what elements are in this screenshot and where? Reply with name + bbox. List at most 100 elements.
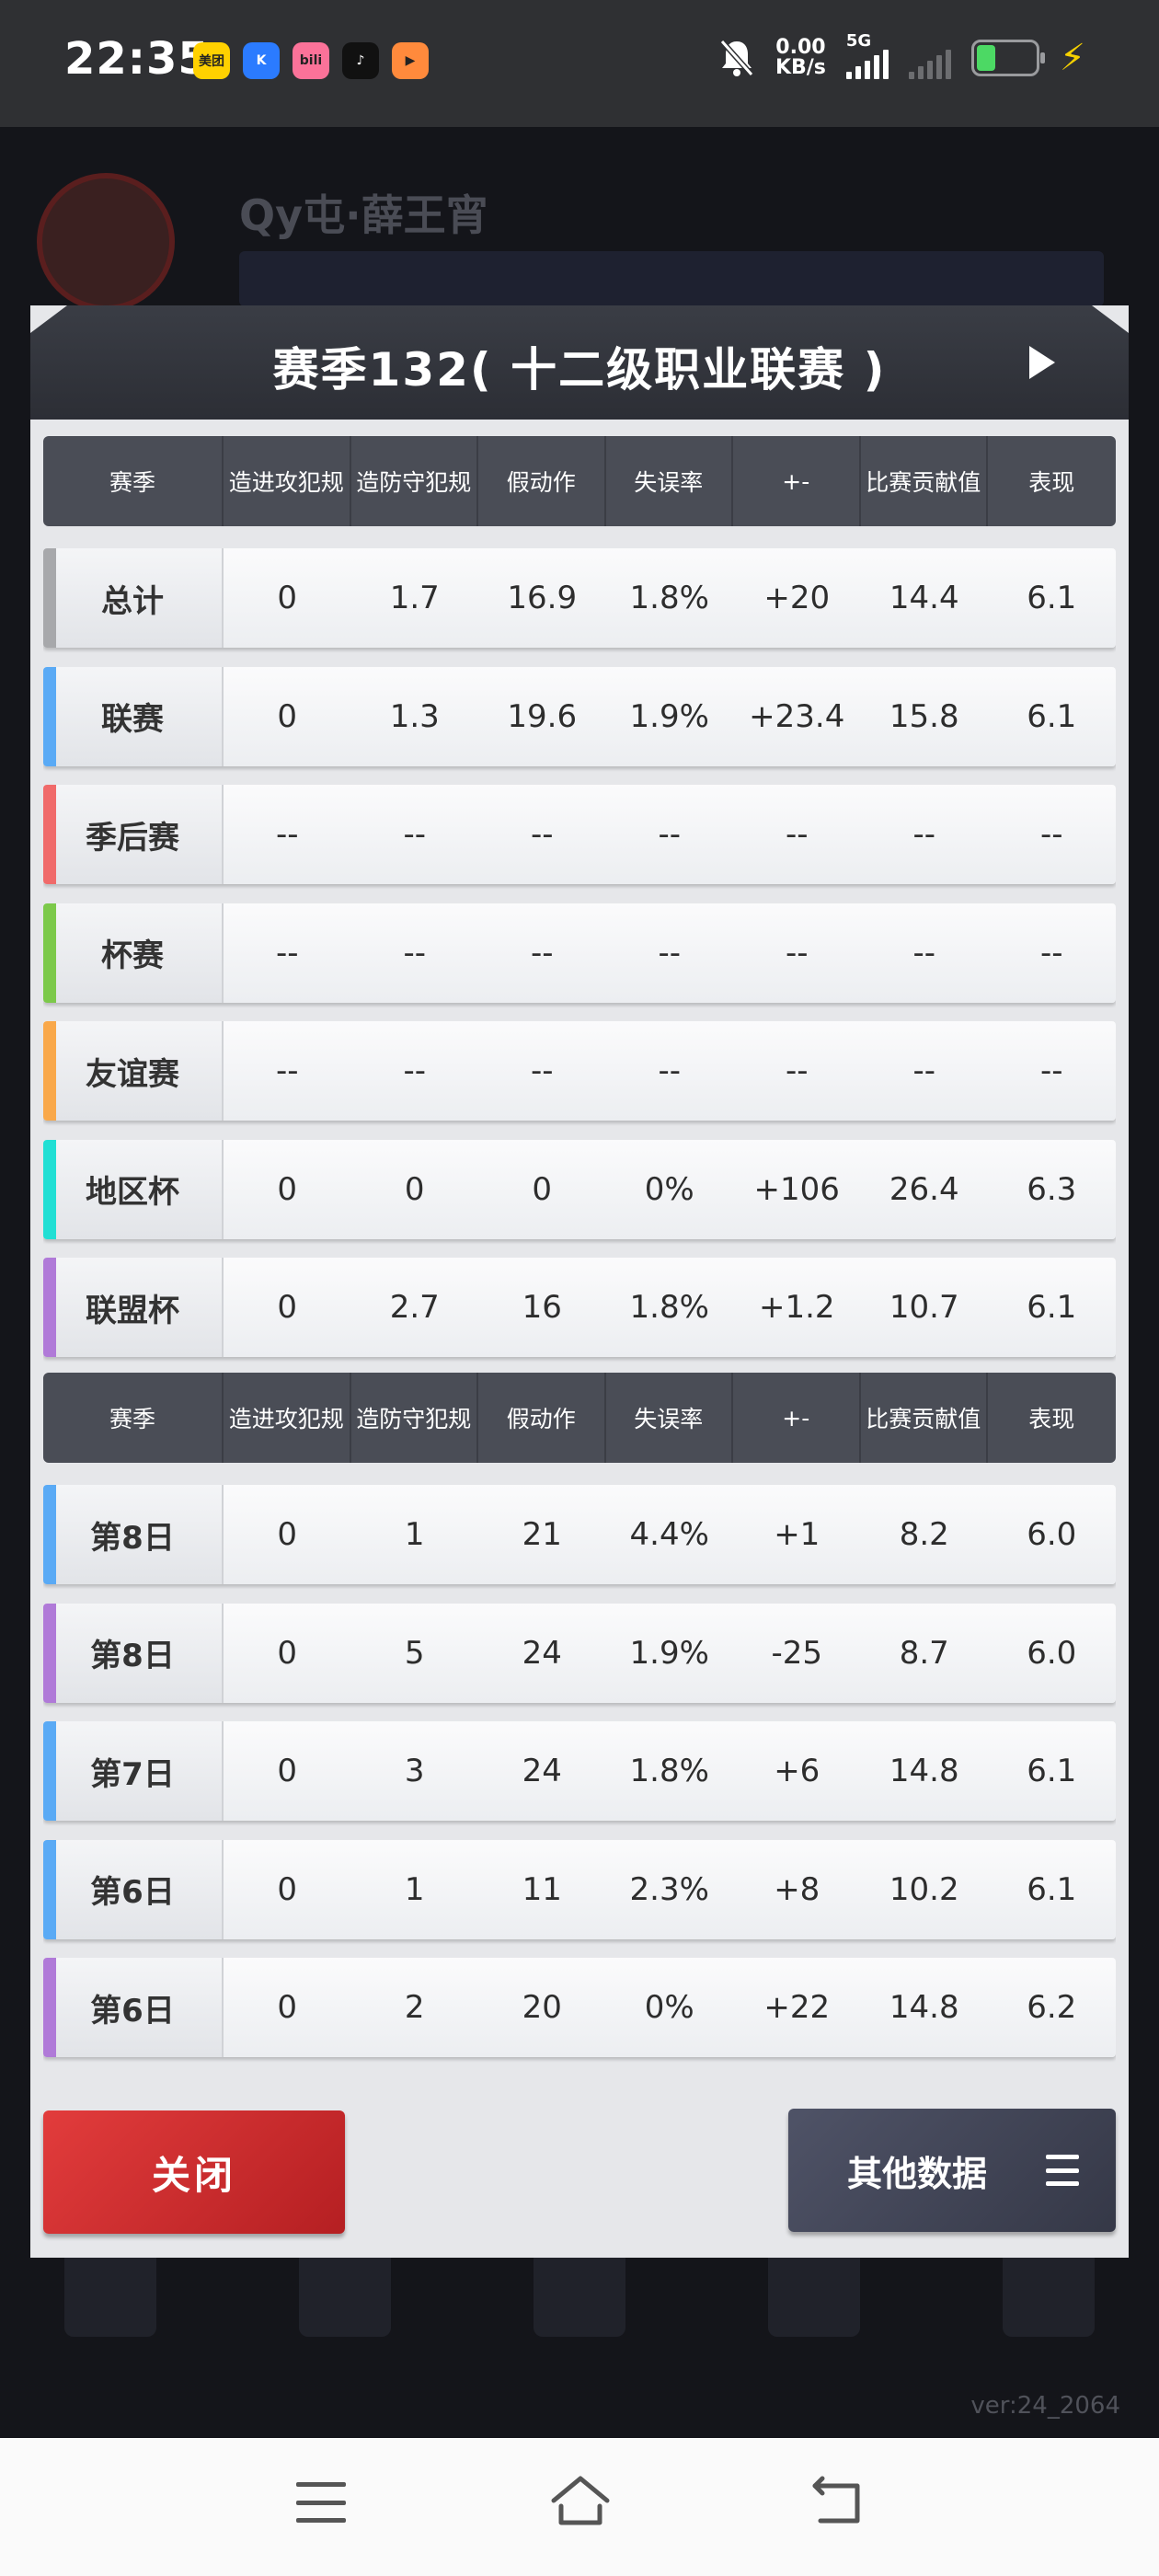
play-icon[interactable] (1029, 346, 1055, 379)
stat-cell: 1.9% (629, 697, 709, 735)
stat-cell: 0 (404, 1170, 425, 1208)
back-icon[interactable] (809, 2473, 865, 2528)
stat-cell: -- (403, 816, 427, 853)
row-label: 第7日 (90, 1755, 175, 1793)
column-header: +- (733, 436, 861, 526)
stat-cell: +1 (774, 1516, 820, 1553)
column-header: 赛季 (43, 1373, 224, 1463)
stat-cell: 6.1 (1027, 1870, 1077, 1908)
table-row[interactable]: 第8日 0 1 21 4.4% +1 8.2 6.0 (43, 1485, 1116, 1584)
stat-cell: 0 (277, 697, 298, 735)
stat-cell: 10.2 (889, 1870, 959, 1908)
column-header: 表现 (1028, 1406, 1075, 1432)
background-footer (64, 2245, 1095, 2337)
stat-cell: +106 (753, 1170, 840, 1208)
stat-cell: 15.8 (889, 697, 959, 735)
row-label-cell: 第6日 (43, 1839, 224, 1939)
stat-cell: -- (403, 934, 427, 972)
table-row[interactable]: 第6日 0 1 11 2.3% +8 10.2 6.1 (43, 1839, 1116, 1939)
other-data-button[interactable]: 其他数据 (788, 2109, 1116, 2232)
stat-cell: 6.1 (1027, 1753, 1077, 1789)
footer-icon (1003, 2245, 1095, 2337)
category-color-bar (43, 1839, 56, 1939)
stat-cell: -- (785, 1052, 809, 1089)
other-data-label: 其他数据 (847, 2153, 988, 2194)
table-row[interactable]: 地区杯 0 0 0 0% +106 26.4 6.3 (43, 1139, 1116, 1239)
signal-icon (845, 46, 889, 79)
stat-cell: 8.7 (899, 1634, 949, 1672)
row-label: 联赛 (101, 701, 164, 738)
stat-cell: +8 (774, 1870, 820, 1908)
category-color-bar (43, 1139, 56, 1239)
stat-cell: 21 (522, 1516, 562, 1553)
row-label-cell: 联盟杯 (43, 1258, 224, 1357)
table-row[interactable]: 总计 0 1.7 16.9 1.8% +20 14.4 6.1 (43, 548, 1116, 648)
category-color-bar (43, 1021, 56, 1121)
category-color-bar (43, 1958, 56, 2057)
stat-cell: 3 (404, 1753, 425, 1789)
stat-cell: 2 (404, 1989, 425, 2026)
stat-cell: 14.8 (889, 1989, 959, 2026)
footer-icon (534, 2245, 625, 2337)
column-header: 造进攻犯规 (224, 1373, 351, 1463)
table-header-games: 赛季 造进攻犯规 造防守犯规 假动作 失误率 +- 比赛贡献值 表现 (43, 1373, 1116, 1463)
row-label: 季后赛 (86, 819, 179, 857)
row-label-cell: 杯赛 (43, 903, 224, 1003)
row-label-cell: 第7日 (43, 1721, 224, 1821)
clock: 22:35 (64, 33, 210, 85)
table-row[interactable]: 季后赛 -- -- -- -- -- -- -- (43, 785, 1116, 884)
stat-cell: 0 (277, 1516, 298, 1553)
tiktok-icon: ♪ (342, 42, 379, 79)
table-row[interactable]: 第6日 0 2 20 0% +22 14.8 6.2 (43, 1958, 1116, 2057)
status-indicators: 0.00 KB/s 5G ⚡ (718, 31, 1085, 79)
stat-cell: -25 (771, 1634, 823, 1672)
footer-icon (768, 2245, 860, 2337)
speed-value: 0.00 (775, 36, 826, 59)
row-label-cell: 总计 (43, 548, 224, 648)
stat-cell: 0% (644, 1170, 694, 1208)
player-name: Qy屯·薛王宵 (239, 190, 488, 240)
kugou-icon: K (243, 42, 280, 79)
row-label: 总计 (101, 582, 164, 620)
stat-cell: 0 (532, 1170, 553, 1208)
modal-header: 赛季132( 十二级职业联赛 ) (30, 305, 1129, 420)
stat-cell: -- (275, 934, 299, 972)
stat-cell: 24 (522, 1753, 562, 1789)
stat-cell: 1.3 (389, 697, 440, 735)
speed-unit: KB/s (775, 56, 826, 79)
mute-icon (719, 40, 754, 76)
stat-cell: 1.8% (629, 580, 709, 616)
stat-cell: 6.0 (1027, 1516, 1077, 1553)
footer-icon (64, 2245, 156, 2337)
menu-icon[interactable] (296, 2482, 346, 2523)
stat-cell: 19.6 (507, 697, 578, 735)
row-label: 第8日 (90, 1638, 175, 1674)
table-row[interactable]: 第7日 0 3 24 1.8% +6 14.8 6.1 (43, 1721, 1116, 1821)
stats-table[interactable]: 赛季 造进攻犯规 造防守犯规 假动作 失误率 +- 比赛贡献值 表现 总计 0 1.7 16.9 1.8… (43, 436, 1116, 2076)
stat-cell: +6 (774, 1753, 820, 1789)
row-label-cell: 季后赛 (43, 785, 224, 884)
category-color-bar (43, 548, 56, 648)
row-label-cell: 友谊赛 (43, 1021, 224, 1121)
home-icon[interactable] (548, 2471, 613, 2530)
stat-cell: -- (275, 816, 299, 853)
column-header: 假动作 (478, 436, 606, 526)
stat-cell: -- (1039, 1052, 1063, 1089)
stat-cell: -- (658, 1052, 682, 1089)
column-header: +- (733, 1373, 861, 1463)
stat-cell: 20 (522, 1989, 562, 2026)
table-row[interactable]: 联盟杯 0 2.7 16 1.8% +1.2 10.7 6.1 (43, 1258, 1116, 1357)
row-label: 友谊赛 (86, 1055, 179, 1093)
category-color-bar (43, 1258, 56, 1357)
column-header: 失误率 (606, 1373, 733, 1463)
table-row[interactable]: 第8日 0 5 24 1.9% -25 8.7 6.0 (43, 1603, 1116, 1703)
table-row[interactable]: 杯赛 -- -- -- -- -- -- -- (43, 903, 1116, 1003)
close-button[interactable]: 关闭 (43, 2110, 345, 2234)
stat-cell: 1 (404, 1516, 425, 1553)
table-row[interactable]: 联赛 0 1.3 19.6 1.9% +23.4 15.8 6.1 (43, 666, 1116, 766)
stat-cell: -- (785, 934, 809, 972)
stat-cell: 5 (404, 1634, 425, 1672)
table-row[interactable]: 友谊赛 -- -- -- -- -- -- -- (43, 1021, 1116, 1121)
system-nav-bar (0, 2438, 1159, 2576)
network-type: 5G (845, 31, 872, 51)
